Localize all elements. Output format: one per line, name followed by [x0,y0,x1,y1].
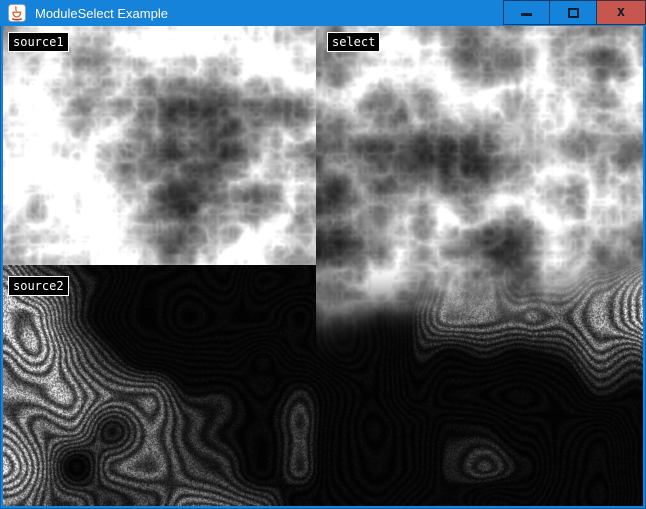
source1-image [3,26,316,265]
window-content: source1 select source2 [3,26,643,506]
source2-label: source2 [8,276,69,296]
minimize-button[interactable] [503,0,550,25]
maximize-button[interactable] [550,0,597,25]
close-icon: x [617,5,625,19]
maximize-icon [568,8,579,18]
source1-label: source1 [8,32,69,52]
minimize-icon [521,13,532,16]
select-label: select [327,32,380,52]
titlebar[interactable]: ModuleSelect Example x [0,0,646,26]
source2-image [3,265,316,506]
window-controls: x [503,0,646,25]
app-window: ModuleSelect Example x source1 select so… [0,0,646,509]
java-coffee-icon[interactable] [8,4,26,22]
close-button[interactable]: x [597,0,646,25]
window-title: ModuleSelect Example [35,6,168,21]
